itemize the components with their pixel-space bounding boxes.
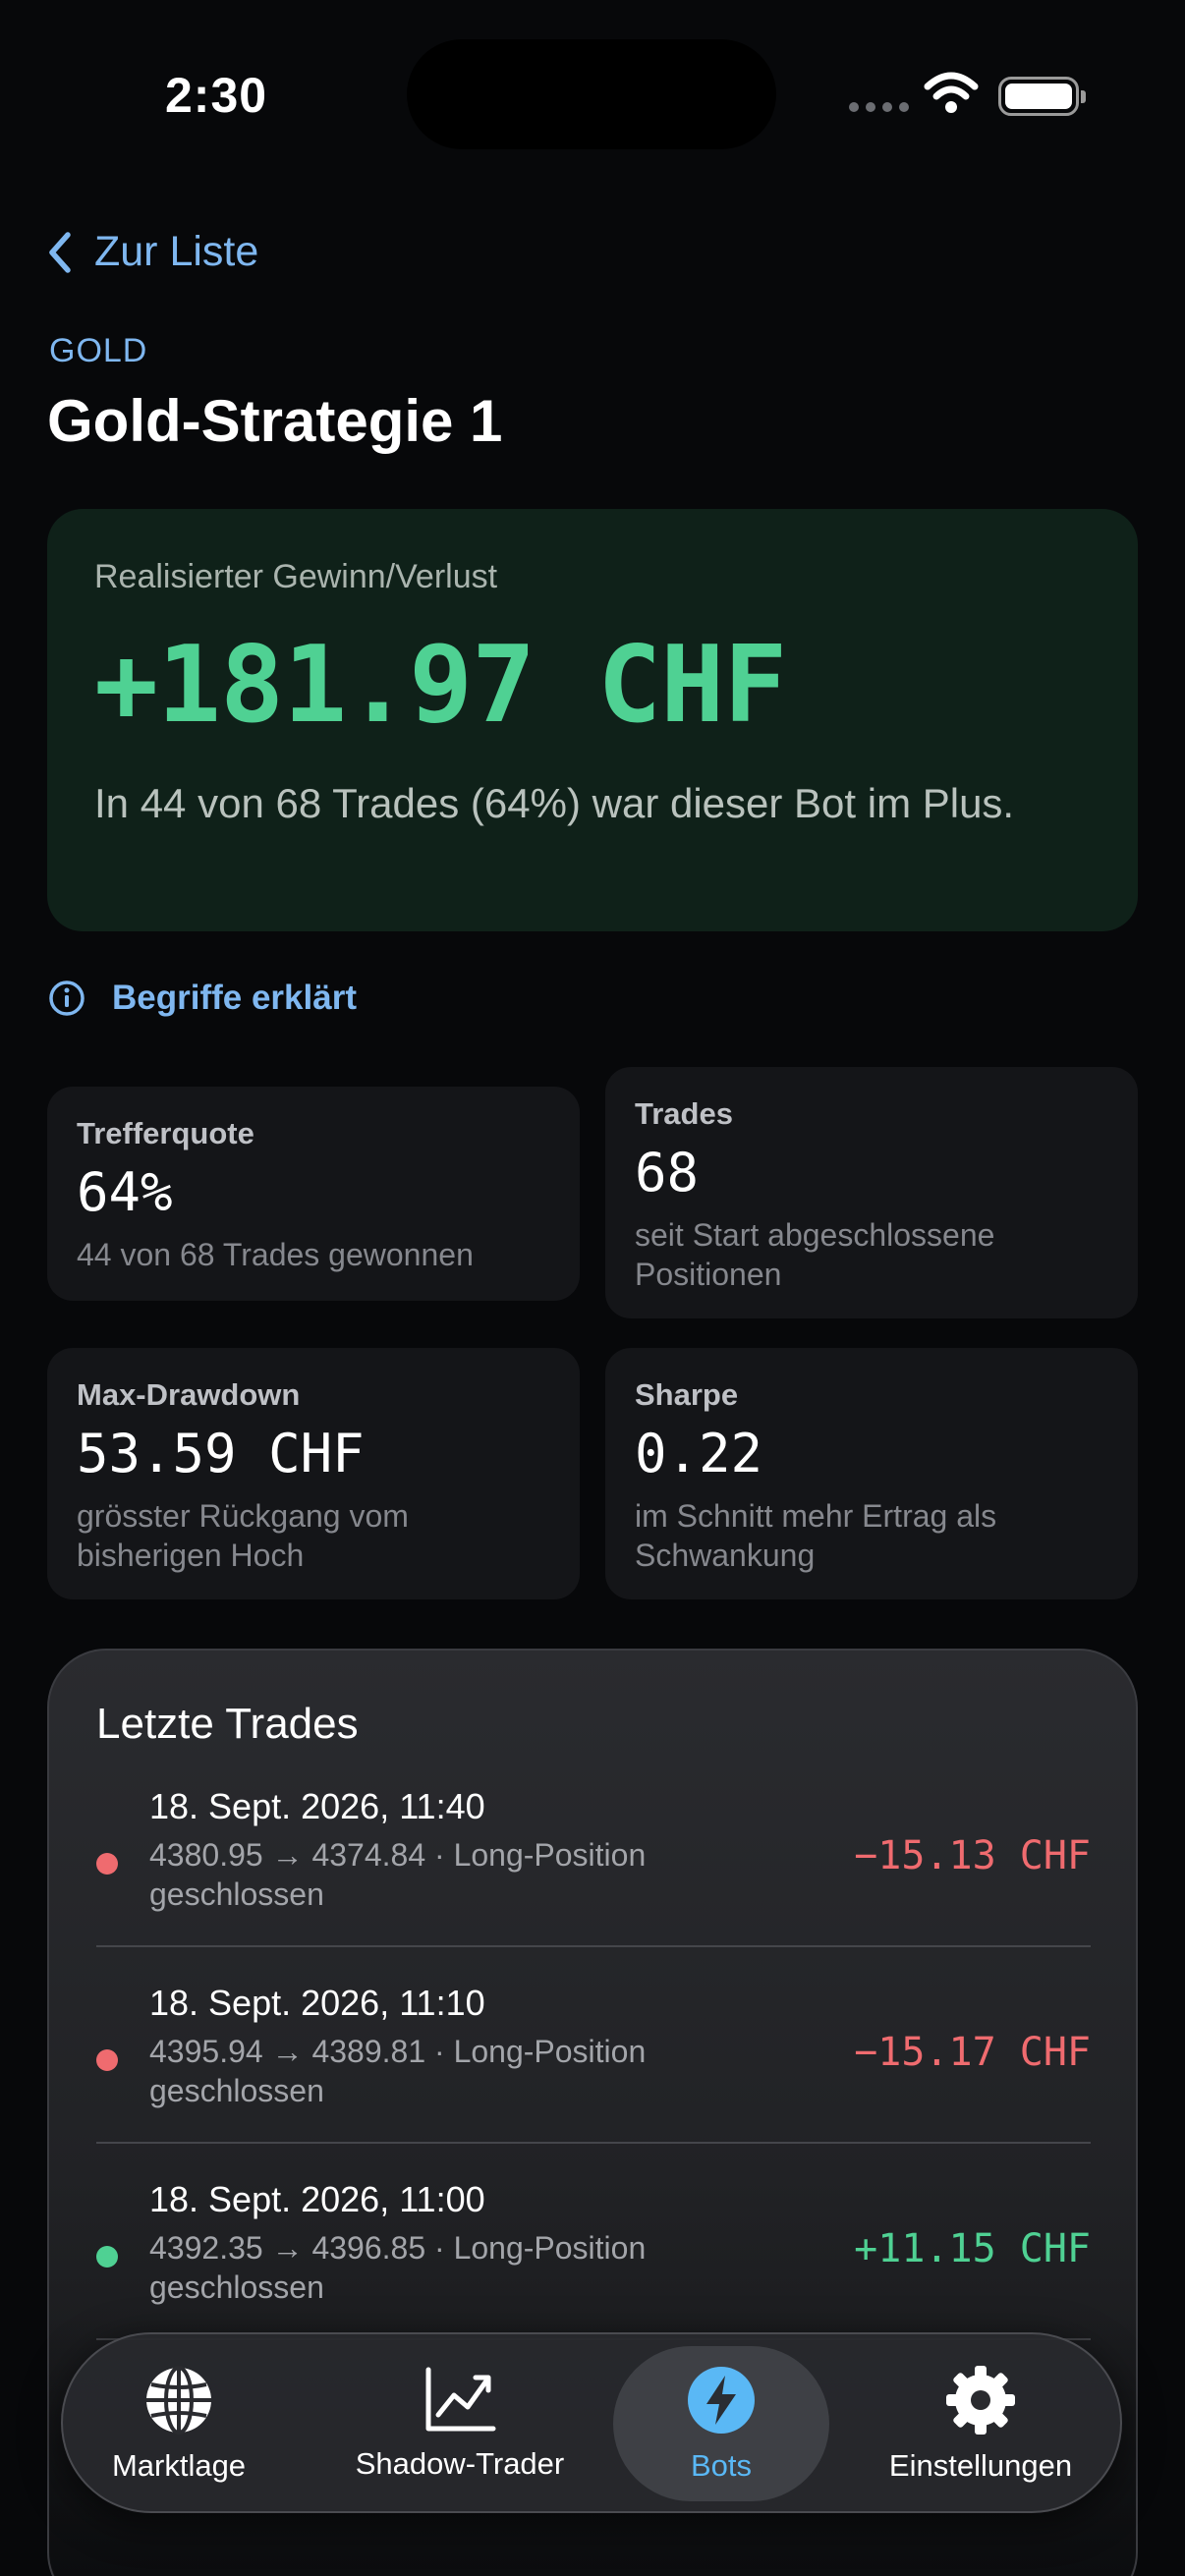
cellular-signal-icon xyxy=(849,102,909,112)
trade-row[interactable]: 18. Sept. 2026, 11:10 4395.94 → 4389.81 … xyxy=(96,1983,1091,2179)
glossary-link[interactable]: Begriffe erklärt xyxy=(47,979,357,1018)
trade-amount: +11.15 CHF xyxy=(854,2226,1091,2271)
stat-sub: seit Start abgeschlossene Positionen xyxy=(635,1217,995,1292)
trade-amount: −15.13 CHF xyxy=(854,1833,1091,1878)
pnl-description: In 44 von 68 Trades (64%) war dieser Bot… xyxy=(94,780,1015,826)
pnl-card: Realisierter Gewinn/Verlust +181.97 CHF … xyxy=(47,509,1138,931)
stat-sub: grösster Rückgang vom bisherigen Hoch xyxy=(77,1498,409,1573)
wifi-icon xyxy=(924,72,979,113)
trade-date: 18. Sept. 2026, 11:10 xyxy=(149,1983,485,2023)
stat-label: Max-Drawdown xyxy=(77,1377,301,1412)
stat-sub: im Schnitt mehr Ertrag als Schwankung xyxy=(635,1498,997,1573)
tab-bar: Marktlage Shadow-Trader Bots Einstellung… xyxy=(61,2332,1122,2513)
divider xyxy=(96,1945,1091,1947)
bolt-icon xyxy=(688,2367,755,2434)
stat-label: Trefferquote xyxy=(77,1116,254,1150)
trade-description: 4380.95 → 4374.84 · Long-Position geschl… xyxy=(149,1837,647,1912)
stat-card-max-drawdown: Max-Drawdown 53.59 CHF grösster Rückgang… xyxy=(47,1348,580,1599)
asset-tag: GOLD xyxy=(49,332,148,369)
pnl-label: Realisierter Gewinn/Verlust xyxy=(94,558,498,595)
gear-icon xyxy=(946,2366,1015,2435)
stat-value: 68 xyxy=(635,1142,700,1204)
tab-shadow-trader[interactable]: Shadow-Trader xyxy=(328,2346,592,2501)
trade-status-dot xyxy=(96,2246,118,2268)
stat-card-sharpe: Sharpe 0.22 im Schnitt mehr Ertrag als S… xyxy=(605,1348,1138,1599)
tab-label: Einstellungen xyxy=(888,2448,1073,2483)
pnl-value: +181.97 CHF xyxy=(94,624,787,747)
trade-date: 18. Sept. 2026, 11:40 xyxy=(149,1786,485,1826)
chevron-left-icon xyxy=(49,231,71,273)
stat-card-trades: Trades 68 seit Start abgeschlossene Posi… xyxy=(605,1067,1138,1318)
battery-icon xyxy=(998,77,1086,116)
trade-row[interactable]: 18. Sept. 2026, 11:40 4380.95 → 4374.84 … xyxy=(96,1786,1091,1983)
trades-title: Letzte Trades xyxy=(96,1700,359,1748)
trade-description: 4395.94 → 4389.81 · Long-Position geschl… xyxy=(149,2034,647,2108)
dynamic-island xyxy=(407,39,776,149)
tab-label: Marktlage xyxy=(111,2448,247,2483)
chart-line-icon xyxy=(425,2367,496,2432)
tab-einstellungen[interactable]: Einstellungen xyxy=(861,2346,1100,2501)
tab-label: Shadow-Trader xyxy=(355,2446,565,2481)
tab-bots[interactable]: Bots xyxy=(613,2346,829,2501)
stat-sub: 44 von 68 Trades gewonnen xyxy=(77,1237,474,1272)
trade-status-dot xyxy=(96,2049,118,2071)
trade-description: 4392.35 → 4396.85 · Long-Position geschl… xyxy=(149,2230,647,2305)
status-time: 2:30 xyxy=(165,68,268,123)
stat-value: 53.59 CHF xyxy=(77,1423,365,1484)
trade-date: 18. Sept. 2026, 11:00 xyxy=(149,2179,485,2219)
trade-amount: −15.17 CHF xyxy=(854,2030,1091,2075)
trade-status-dot xyxy=(96,1853,118,1875)
back-label: Zur Liste xyxy=(94,228,259,275)
globe-icon xyxy=(146,2366,211,2435)
tab-marktlage[interactable]: Marktlage xyxy=(83,2346,275,2501)
info-icon xyxy=(49,980,85,1016)
page-title: Gold-Strategie 1 xyxy=(47,388,503,454)
glossary-label: Begriffe erklärt xyxy=(112,979,357,1017)
stat-card-hit-rate: Trefferquote 64% 44 von 68 Trades gewonn… xyxy=(47,1087,580,1301)
stat-value: 64% xyxy=(77,1161,173,1223)
divider xyxy=(96,2142,1091,2144)
stat-label: Trades xyxy=(635,1096,733,1131)
stat-value: 0.22 xyxy=(635,1423,763,1484)
stat-label: Sharpe xyxy=(635,1377,739,1412)
back-button[interactable]: Zur Liste xyxy=(47,228,258,276)
tab-label: Bots xyxy=(690,2448,753,2483)
